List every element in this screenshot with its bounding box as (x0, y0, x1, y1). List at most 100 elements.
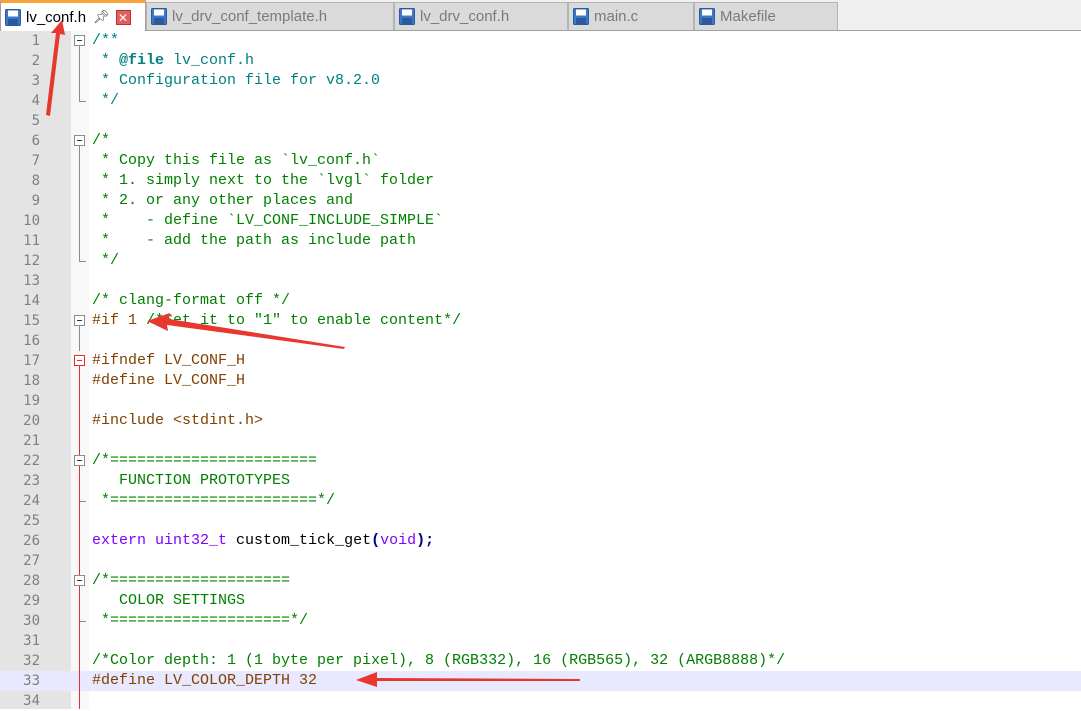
code-line[interactable]: 26 extern uint32_t custom_tick_get(void); (0, 531, 1081, 551)
code-line[interactable]: 28 /*==================== (0, 571, 1081, 591)
fold-toggle-icon[interactable] (74, 355, 85, 366)
line-number: 21 (23, 433, 40, 449)
code-token: /** (92, 32, 120, 49)
code-line[interactable]: 17 #ifndef LV_CONF_H (0, 351, 1081, 371)
code-line[interactable]: 22 /*======================= (0, 451, 1081, 471)
line-code[interactable]: * - define `LV_CONF_INCLUDE_SIMPLE` (92, 211, 443, 231)
line-code[interactable]: /** (92, 31, 119, 51)
line-code[interactable]: /* clang-format off */ (92, 291, 290, 311)
code-line[interactable]: 20 #include <stdint.h> (0, 411, 1081, 431)
code-token: FUNCTION PROTOTYPES (92, 472, 291, 489)
code-line[interactable]: 14 /* clang-format off */ (0, 291, 1081, 311)
code-line[interactable]: 32 /*Color depth: 1 (1 byte per pixel), 8… (0, 651, 1081, 671)
line-code[interactable]: /* (92, 131, 110, 151)
line-code[interactable]: #ifndef LV_CONF_H (92, 351, 245, 371)
code-token: * Configuration file for v8.2.0 (92, 72, 381, 89)
tab-lv-drv-conf-template-h[interactable]: lv_drv_conf_template.h (146, 2, 394, 30)
code-token: /*==================== (92, 572, 291, 589)
fold-guide-line (79, 146, 80, 262)
code-line[interactable]: 12 */ (0, 251, 1081, 271)
fold-end-marker (79, 621, 86, 622)
code-line[interactable]: 1 /** (0, 31, 1081, 51)
line-code[interactable]: COLOR SETTINGS (92, 591, 245, 611)
code-line[interactable]: 34 (0, 691, 1081, 711)
line-code[interactable]: #define LV_COLOR_DEPTH 32 (92, 671, 317, 691)
line-number: 5 (31, 113, 40, 129)
code-line[interactable]: 2 * @file lv_conf.h (0, 51, 1081, 71)
line-code[interactable]: #if 1 /*Set it to "1" to enable content*… (92, 311, 461, 331)
line-code[interactable]: *=======================*/ (92, 491, 335, 511)
line-code[interactable]: #include <stdint.h> (92, 411, 263, 431)
line-number: 17 (23, 353, 40, 369)
line-code[interactable]: #define LV_CONF_H (92, 371, 245, 391)
close-icon[interactable]: ✕ (115, 9, 131, 25)
code-line[interactable]: 13 (0, 271, 1081, 291)
code-line[interactable]: 19 (0, 391, 1081, 411)
tab-label: lv_drv_conf.h (420, 8, 510, 25)
tab-lv-conf-h[interactable]: lv_conf.h 📌︎ ✕ (0, 0, 146, 31)
code-line[interactable]: 18 #define LV_CONF_H (0, 371, 1081, 391)
code-token: ); (416, 532, 435, 549)
code-line[interactable]: 25 (0, 511, 1081, 531)
code-token: extern (92, 532, 147, 549)
line-number: 28 (23, 573, 40, 589)
code-token: #define LV_COLOR_DEPTH 32 (92, 672, 318, 689)
fold-toggle-icon[interactable] (74, 315, 85, 326)
floppy-disk-icon (699, 8, 715, 25)
code-line[interactable]: 29 COLOR SETTINGS (0, 591, 1081, 611)
code-line[interactable]: 33 #define LV_COLOR_DEPTH 32 (0, 671, 1081, 691)
code-line[interactable]: 6 /* (0, 131, 1081, 151)
line-code[interactable]: * - add the path as include path (92, 231, 416, 251)
line-code[interactable]: * 1. simply next to the `lvgl` folder (92, 171, 434, 191)
tab-label: lv_drv_conf_template.h (172, 8, 328, 25)
code-line[interactable]: 31 (0, 631, 1081, 651)
code-token: */ (92, 92, 120, 109)
tab-makefile[interactable]: Makefile (694, 2, 838, 30)
code-line[interactable]: 4 */ (0, 91, 1081, 111)
line-number: 23 (23, 473, 40, 489)
tab-main-c[interactable]: main.c (568, 2, 694, 30)
tab-lv-drv-conf-h[interactable]: lv_drv_conf.h (394, 2, 568, 30)
line-code[interactable]: * @file lv_conf.h (92, 51, 254, 71)
fold-toggle-icon[interactable] (74, 135, 85, 146)
line-code[interactable]: * Configuration file for v8.2.0 (92, 71, 380, 91)
code-token: @file (119, 52, 165, 69)
fold-toggle-icon[interactable] (74, 575, 85, 586)
line-number: 31 (23, 633, 40, 649)
code-line[interactable]: 7 * Copy this file as `lv_conf.h` (0, 151, 1081, 171)
line-code[interactable]: extern uint32_t custom_tick_get(void); (92, 531, 434, 551)
line-code[interactable]: */ (92, 251, 119, 271)
line-code[interactable]: /*==================== (92, 571, 290, 591)
line-number: 9 (31, 193, 40, 209)
line-code[interactable]: FUNCTION PROTOTYPES (92, 471, 290, 491)
code-line[interactable]: 3 * Configuration file for v8.2.0 (0, 71, 1081, 91)
code-line[interactable]: 15 #if 1 /*Set it to "1" to enable conten… (0, 311, 1081, 331)
code-line[interactable]: 11 * - add the path as include path (0, 231, 1081, 251)
code-line[interactable]: 24 *=======================*/ (0, 491, 1081, 511)
fold-toggle-icon[interactable] (74, 455, 85, 466)
code-line[interactable]: 21 (0, 431, 1081, 451)
code-line[interactable]: 30 *====================*/ (0, 611, 1081, 631)
line-number: 1 (31, 33, 40, 49)
code-line[interactable]: 5 (0, 111, 1081, 131)
code-line[interactable]: 10 * - define `LV_CONF_INCLUDE_SIMPLE` (0, 211, 1081, 231)
line-number: 11 (23, 233, 40, 249)
line-code[interactable]: * 2. or any other places and (92, 191, 353, 211)
line-number: 33 (23, 673, 40, 689)
line-code[interactable]: *====================*/ (92, 611, 308, 631)
line-code[interactable]: /*======================= (92, 451, 317, 471)
line-code[interactable]: */ (92, 91, 119, 111)
code-line[interactable]: 16 (0, 331, 1081, 351)
code-token: * - add the path as include path (92, 232, 417, 249)
line-code[interactable]: /*Color depth: 1 (1 byte per pixel), 8 (… (92, 651, 785, 671)
code-line[interactable]: 23 FUNCTION PROTOTYPES (0, 471, 1081, 491)
line-code[interactable]: * Copy this file as `lv_conf.h` (92, 151, 380, 171)
fold-toggle-icon[interactable] (74, 35, 85, 46)
code-line[interactable]: 8 * 1. simply next to the `lvgl` folder (0, 171, 1081, 191)
code-line[interactable]: 9 * 2. or any other places and (0, 191, 1081, 211)
code-line[interactable]: 27 (0, 551, 1081, 571)
code-editor[interactable]: 1 /** 2 * @file lv_conf.h 3 * Configuration… (0, 31, 1081, 709)
pin-icon[interactable]: 📌︎ (93, 9, 110, 25)
code-token: /*Set it to "1" to enable content*/ (146, 312, 462, 329)
code-token: COLOR SETTINGS (92, 592, 246, 609)
